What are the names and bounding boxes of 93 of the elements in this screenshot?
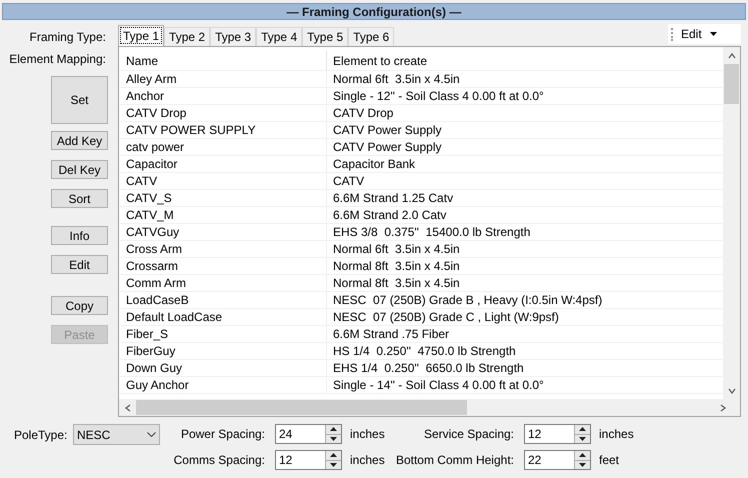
table-cell: Down Guy: [120, 360, 327, 376]
field-label: Service Spacing:: [424, 426, 514, 443]
scroll-thumb[interactable]: [724, 64, 739, 104]
table-cell-text: EHS 3/8 0.375'' 15400.0 lb Strength: [332, 224, 532, 240]
table-cell: CATV POWER SUPPLY: [120, 122, 327, 138]
column-header[interactable]: Name: [120, 51, 327, 70]
tab[interactable]: Type 1: [118, 25, 164, 46]
framing-type-label: Framing Type:: [30, 29, 106, 46]
field-label: Power Spacing:: [180, 426, 265, 443]
table-cell-text: NESC 07 (250B) Grade B , Heavy (I:0.5in W:4psf): [332, 292, 604, 308]
tab[interactable]: Type 3: [210, 27, 256, 46]
spin-up-button[interactable]: [326, 451, 341, 460]
tab[interactable]: Type 4: [256, 27, 302, 46]
action-button[interactable]: Edit: [51, 255, 108, 274]
caret-icon: [710, 32, 717, 36]
table-cell-text: 6.6M Strand .75 Fiber: [332, 326, 450, 342]
table-cell: Alley Arm: [120, 71, 327, 87]
field-label: Bottom Comm Height:: [396, 452, 514, 469]
chevron-down-icon: [147, 432, 156, 437]
table-cell: Crossarm: [120, 258, 327, 274]
down-arrow-icon: [579, 462, 586, 467]
unit-label: inches: [599, 426, 634, 443]
action-button[interactable]: Del Key: [51, 160, 108, 179]
table-cell: Fiber_S: [120, 326, 327, 342]
table-cell-text: 6.6M Strand 1.25 Catv: [332, 190, 454, 206]
vertical-scrollbar[interactable]: [723, 47, 740, 399]
number-spinner[interactable]: 22: [524, 450, 591, 470]
table-cell-text: EHS 1/4 0.250'' 6650.0 lb Strength: [332, 360, 525, 376]
scroll-down-icon: [728, 386, 736, 394]
down-arrow-icon: [330, 436, 337, 441]
table-cell-text: Single - 14'' - Soil Class 4 0.00 ft at 0.0°: [332, 377, 545, 393]
unit-label: feet: [599, 452, 620, 469]
table-cell: CATV_M: [120, 207, 327, 223]
tab[interactable]: Type 2: [164, 27, 210, 46]
scroll-right-icon: [719, 404, 727, 412]
spin-up-button[interactable]: [575, 425, 590, 434]
table-cell: CATV_S: [120, 190, 327, 206]
edit-menu-button[interactable]: Edit: [667, 23, 742, 45]
table-cell: LoadCaseB: [120, 292, 327, 308]
table-cell: catv power: [120, 139, 327, 155]
scroll-up-icon: [728, 52, 736, 60]
scroll-thumb[interactable]: [136, 400, 467, 415]
pole-type-label: PoleType:: [14, 426, 68, 444]
table-cell-text: CATV: [332, 173, 366, 189]
table-cell: Default LoadCase: [120, 309, 327, 325]
unit-label: inches: [350, 452, 385, 469]
spin-up-button[interactable]: [326, 425, 341, 434]
title-bar: — Framing Configuration(s) —: [2, 3, 746, 20]
horizontal-scrollbar[interactable]: [119, 399, 740, 416]
pole-type-dropdown[interactable]: NESC: [73, 424, 160, 445]
table-cell-text: Normal 6ft 3.5in x 4.5in: [332, 71, 461, 87]
action-button[interactable]: Set: [51, 76, 108, 124]
table-cell: Comm Arm: [120, 275, 327, 291]
number-spinner[interactable]: 24: [275, 424, 342, 444]
up-arrow-icon: [330, 453, 337, 458]
table-cell-text: CATV Power Supply: [332, 139, 442, 155]
table-cell: FiberGuy: [120, 343, 327, 359]
action-button[interactable]: Add Key: [51, 131, 108, 150]
action-button[interactable]: Copy: [51, 296, 108, 315]
tab[interactable]: Type 5: [302, 27, 348, 46]
number-spinner[interactable]: 12: [524, 424, 591, 444]
table-cell: Guy Anchor: [120, 377, 327, 393]
table-cell-text: Normal 8ft 3.5in x 4.5in: [332, 275, 461, 291]
up-arrow-icon: [579, 427, 586, 432]
unit-label: inches: [350, 426, 385, 443]
down-arrow-icon: [579, 436, 586, 441]
table-cell-text: NESC 07 (250B) Grade C , Light (W:9psf): [332, 309, 560, 325]
table-cell-text: HS 1/4 0.250'' 4750.0 lb Strength: [332, 343, 517, 359]
down-arrow-icon: [330, 462, 337, 467]
action-button[interactable]: Sort: [51, 189, 108, 208]
table-cell: Capacitor: [120, 156, 327, 172]
field-label: Comms Spacing:: [174, 452, 265, 469]
table-cell-text: 6.6M Strand 2.0 Catv: [332, 207, 448, 223]
up-arrow-icon: [579, 453, 586, 458]
table-cell-text: Normal 8ft 3.5in x 4.5in: [332, 258, 461, 274]
table-cell-text: Normal 6ft 3.5in x 4.5in: [332, 241, 461, 257]
table-cell: CATV Drop: [120, 105, 327, 121]
table-cell: Anchor: [120, 88, 327, 104]
table-cell-text: Capacitor Bank: [332, 156, 416, 172]
up-arrow-icon: [330, 427, 337, 432]
table-cell-text: Single - 12'' - Soil Class 4 0.00 ft at 0.0°: [332, 88, 545, 104]
tab[interactable]: Type 6: [348, 27, 394, 46]
table-cell-text: CATV Drop: [332, 105, 394, 121]
table-cell: CATV: [120, 173, 327, 189]
element-mapping-label: Element Mapping:: [9, 51, 106, 68]
table-cell: Cross Arm: [120, 241, 327, 257]
scroll-left-icon: [124, 404, 132, 412]
column-header[interactable]: Element to create: [327, 51, 723, 70]
number-spinner[interactable]: 12: [275, 450, 342, 470]
table-cell-text: CATV Power Supply: [332, 122, 442, 138]
table-cell: CATVGuy: [120, 224, 327, 240]
spin-up-button[interactable]: [575, 451, 590, 460]
action-button[interactable]: Info: [51, 226, 108, 245]
